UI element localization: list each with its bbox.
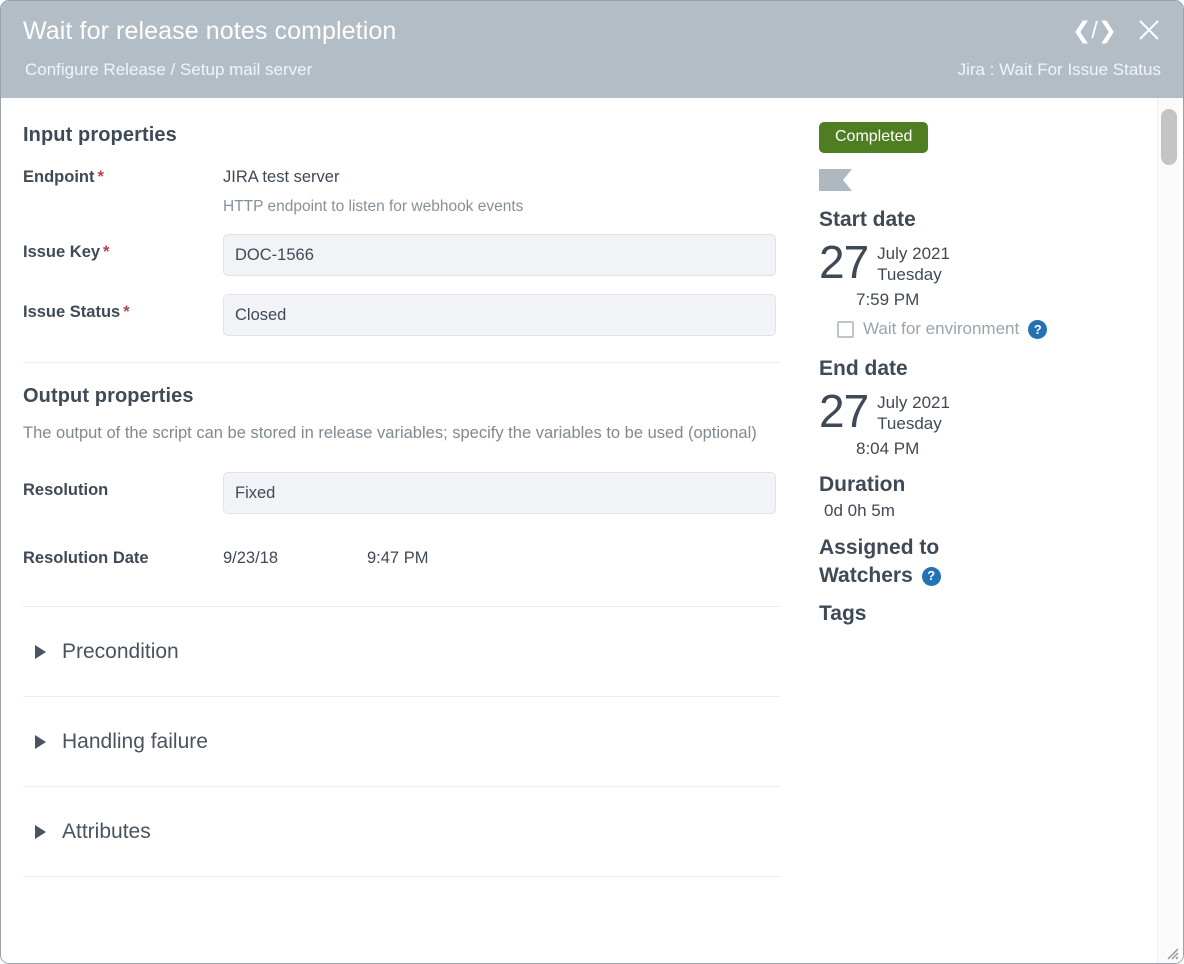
start-date-month-year: July 2021	[877, 244, 950, 263]
start-date-detail: July 2021 Tuesday	[868, 236, 950, 285]
task-type-label: Jira : Wait For Issue Status	[957, 60, 1161, 79]
issue-status-value-wrap	[223, 294, 779, 336]
end-date-block: 27 July 2021 Tuesday	[819, 385, 1151, 437]
wait-for-environment-row[interactable]: Wait for environment ?	[819, 319, 1151, 339]
endpoint-hint: HTTP endpoint to listen for webhook even…	[223, 198, 524, 215]
watchers-heading: Watchers	[819, 564, 913, 587]
tags-heading: Tags	[819, 602, 867, 625]
resolution-value-wrap	[223, 472, 779, 514]
end-date-detail: July 2021 Tuesday	[868, 385, 950, 434]
page-title: Wait for release notes completion	[23, 17, 397, 45]
dialog-titlebar: Wait for release notes completion ❮/❯ Co…	[1, 1, 1183, 98]
titlebar-top-row: Wait for release notes completion ❮/❯	[23, 15, 1161, 47]
wait-for-environment-checkbox[interactable]	[837, 320, 854, 338]
accordion-divider-3	[23, 876, 781, 877]
output-properties-title: Output properties	[23, 385, 194, 407]
endpoint-value: JIRA test server	[223, 168, 340, 186]
resolution-date-values: 9/23/18 9:47 PM	[223, 540, 779, 568]
resolution-date-value: 9/23/18	[223, 549, 279, 567]
wait-for-environment-label: Wait for environment	[863, 319, 1020, 338]
start-date-block: 27 July 2021 Tuesday	[819, 236, 1151, 288]
titlebar-bottom-row: Configure Release / Setup mail server Ji…	[23, 60, 1161, 80]
help-icon[interactable]: ?	[921, 566, 941, 586]
status-badge: Completed	[819, 122, 929, 153]
field-issue-key: Issue Key *	[23, 234, 779, 276]
field-issue-status: Issue Status *	[23, 294, 779, 336]
start-date-day: 27	[819, 236, 869, 288]
start-date-weekday: Tuesday	[877, 265, 942, 284]
end-date-month-year: July 2021	[877, 393, 950, 412]
end-date-heading: End date	[819, 357, 908, 380]
accordion-attributes[interactable]: Attributes	[23, 787, 779, 876]
issue-key-input[interactable]	[223, 234, 776, 276]
endpoint-label-text: Endpoint	[23, 168, 95, 186]
start-date-heading: Start date	[819, 208, 916, 231]
issue-key-required-marker: *	[103, 243, 110, 261]
task-status-sidebar: Completed Start date 27 July 2021 Tuesda…	[801, 98, 1151, 963]
chevron-right-icon	[35, 824, 46, 839]
resize-handle[interactable]	[1163, 944, 1179, 960]
start-date-time: 7:59 PM	[856, 290, 920, 309]
output-properties-description: The output of the script can be stored i…	[23, 424, 757, 442]
input-properties-title: Input properties	[23, 124, 177, 146]
resolution-date-label: Resolution Date	[23, 549, 149, 567]
endpoint-value-wrap: JIRA test server HTTP endpoint to listen…	[223, 159, 779, 216]
end-date-time: 8:04 PM	[856, 439, 920, 458]
endpoint-label: Endpoint *	[23, 159, 223, 187]
issue-status-input[interactable]	[223, 294, 776, 336]
issue-status-label: Issue Status *	[23, 294, 223, 322]
duration-value: 0d 0h 5m	[824, 501, 895, 520]
issue-key-value-wrap	[223, 234, 779, 276]
accordion-precondition[interactable]: Precondition	[23, 607, 779, 696]
close-icon[interactable]	[1137, 18, 1161, 42]
resolution-time-value: 9:47 PM	[367, 549, 429, 567]
chevron-right-icon	[35, 734, 46, 749]
code-icon[interactable]: ❮/❯	[1072, 18, 1117, 42]
assigned-to-heading: Assigned to	[819, 536, 940, 559]
dialog-body: Input properties Endpoint * JIRA test ser…	[1, 98, 1183, 963]
issue-key-label-text: Issue Key	[23, 243, 101, 261]
section-divider-input-output	[23, 362, 781, 363]
issue-status-required-marker: *	[123, 303, 130, 321]
accordion-handling-failure[interactable]: Handling failure	[23, 697, 779, 786]
watchers-row: Watchers ?	[819, 562, 1151, 590]
endpoint-required-marker: *	[97, 168, 104, 186]
titlebar-actions: ❮/❯	[1072, 15, 1161, 42]
accordion-precondition-label: Precondition	[62, 639, 179, 663]
chevron-right-icon	[35, 644, 46, 659]
end-date-day: 27	[819, 385, 869, 437]
issue-key-label: Issue Key *	[23, 234, 223, 262]
vertical-scrollbar[interactable]	[1157, 98, 1179, 963]
resolution-input[interactable]	[223, 472, 776, 514]
accordion-attributes-label: Attributes	[62, 819, 151, 843]
breadcrumb[interactable]: Configure Release / Setup mail server	[23, 60, 312, 80]
accordion-handling-failure-label: Handling failure	[62, 729, 208, 753]
field-endpoint: Endpoint * JIRA test server HTTP endpoint…	[23, 159, 779, 216]
help-icon[interactable]: ?	[1028, 319, 1048, 339]
flag-icon[interactable]	[819, 169, 1151, 196]
resolution-label: Resolution	[23, 481, 109, 499]
issue-status-label-text: Issue Status	[23, 303, 121, 321]
duration-heading: Duration	[819, 473, 906, 496]
scrollbar-thumb[interactable]	[1161, 109, 1177, 165]
resolution-date-value-wrap: 9/23/18 9:47 PM	[223, 540, 779, 568]
main-content: Input properties Endpoint * JIRA test ser…	[1, 98, 801, 963]
task-detail-dialog: Wait for release notes completion ❮/❯ Co…	[0, 0, 1184, 964]
field-resolution: Resolution	[23, 472, 779, 514]
end-date-weekday: Tuesday	[877, 414, 942, 433]
field-resolution-date: Resolution Date 9/23/18 9:47 PM	[23, 540, 779, 568]
